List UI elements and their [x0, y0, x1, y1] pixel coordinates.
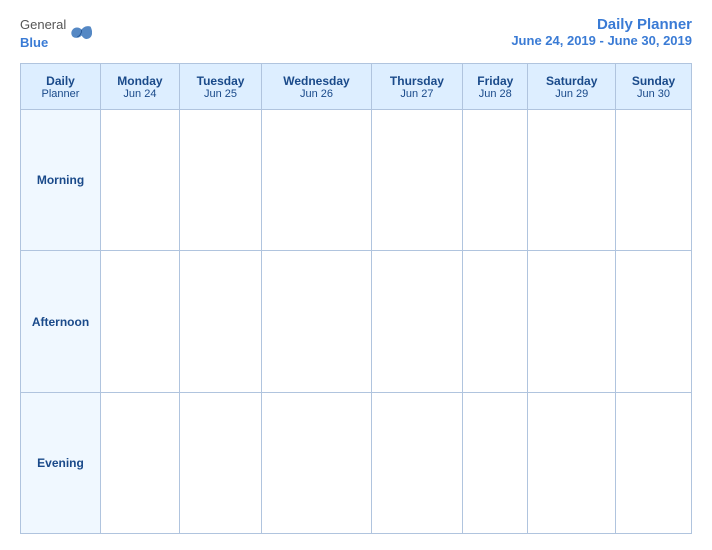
th-label-line2: Planner [25, 88, 96, 100]
th-fri-day: Friday [467, 74, 523, 88]
th-daily-planner: Daily Planner [21, 64, 101, 110]
evening-fri-cell[interactable] [463, 392, 528, 533]
th-tue-day: Tuesday [184, 74, 257, 88]
afternoon-thu-cell[interactable] [371, 251, 462, 392]
title-sub: June 24, 2019 - June 30, 2019 [511, 33, 692, 48]
calendar-table: Daily Planner Monday Jun 24 Tuesday Jun … [20, 63, 692, 534]
title-main: Daily Planner [511, 16, 692, 33]
th-sat-date: Jun 29 [532, 88, 611, 100]
th-tue-date: Jun 25 [184, 88, 257, 100]
logo-text: General Blue [20, 16, 66, 51]
morning-tue-cell[interactable] [179, 110, 261, 251]
th-monday: Monday Jun 24 [101, 64, 180, 110]
afternoon-sun-cell[interactable] [616, 251, 692, 392]
th-wed-day: Wednesday [266, 74, 366, 88]
th-mon-date: Jun 24 [105, 88, 175, 100]
evening-tue-cell[interactable] [179, 392, 261, 533]
th-saturday: Saturday Jun 29 [528, 64, 616, 110]
evening-row: Evening [21, 392, 692, 533]
th-friday: Friday Jun 28 [463, 64, 528, 110]
header: General Blue Daily Planner June 24, 2019… [20, 16, 692, 51]
evening-label: Evening [21, 392, 101, 533]
th-thu-date: Jun 27 [376, 88, 458, 100]
afternoon-sat-cell[interactable] [528, 251, 616, 392]
th-sun-day: Sunday [620, 74, 687, 88]
th-wednesday: Wednesday Jun 26 [262, 64, 371, 110]
evening-sat-cell[interactable] [528, 392, 616, 533]
morning-row: Morning [21, 110, 692, 251]
morning-sun-cell[interactable] [616, 110, 692, 251]
morning-mon-cell[interactable] [101, 110, 180, 251]
th-thursday: Thursday Jun 27 [371, 64, 462, 110]
logo-bird-icon [70, 25, 92, 43]
logo-general: General [20, 17, 66, 32]
th-sat-day: Saturday [532, 74, 611, 88]
th-wed-date: Jun 26 [266, 88, 366, 100]
th-sunday: Sunday Jun 30 [616, 64, 692, 110]
title-block: Daily Planner June 24, 2019 - June 30, 2… [511, 16, 692, 48]
th-label-line1: Daily [25, 74, 96, 88]
th-thu-day: Thursday [376, 74, 458, 88]
evening-sun-cell[interactable] [616, 392, 692, 533]
page: General Blue Daily Planner June 24, 2019… [0, 0, 712, 550]
th-sun-date: Jun 30 [620, 88, 687, 100]
th-tuesday: Tuesday Jun 25 [179, 64, 261, 110]
afternoon-wed-cell[interactable] [262, 251, 371, 392]
afternoon-row: Afternoon [21, 251, 692, 392]
afternoon-tue-cell[interactable] [179, 251, 261, 392]
th-mon-day: Monday [105, 74, 175, 88]
morning-wed-cell[interactable] [262, 110, 371, 251]
logo-blue: Blue [20, 35, 48, 50]
header-row: Daily Planner Monday Jun 24 Tuesday Jun … [21, 64, 692, 110]
th-fri-date: Jun 28 [467, 88, 523, 100]
morning-fri-cell[interactable] [463, 110, 528, 251]
afternoon-label: Afternoon [21, 251, 101, 392]
morning-thu-cell[interactable] [371, 110, 462, 251]
logo: General Blue [20, 16, 92, 51]
afternoon-mon-cell[interactable] [101, 251, 180, 392]
morning-sat-cell[interactable] [528, 110, 616, 251]
evening-mon-cell[interactable] [101, 392, 180, 533]
morning-label: Morning [21, 110, 101, 251]
afternoon-fri-cell[interactable] [463, 251, 528, 392]
evening-thu-cell[interactable] [371, 392, 462, 533]
evening-wed-cell[interactable] [262, 392, 371, 533]
